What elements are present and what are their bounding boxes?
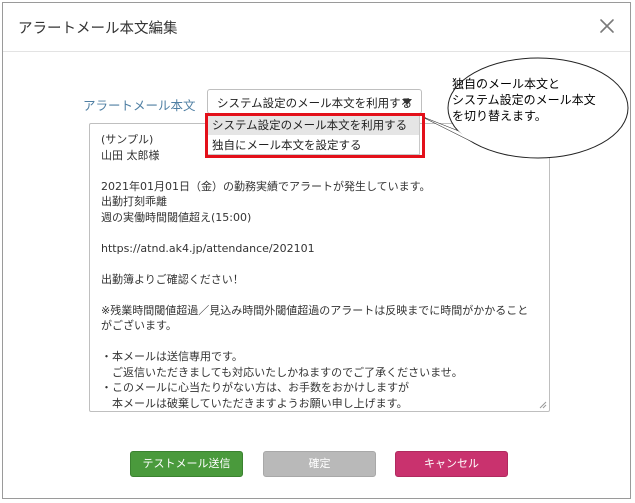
select-current-value: システム設定のメール本文を利用する <box>217 96 413 110</box>
confirm-button[interactable]: 確定 <box>263 451 376 477</box>
option-custom-body[interactable]: 独自にメール本文を設定する <box>208 136 419 155</box>
resize-grip-icon[interactable] <box>537 399 547 409</box>
cancel-button[interactable]: キャンセル <box>395 451 508 477</box>
callout-bubble: 独自のメール本文と システム設定のメール本文 を切り替えます。 <box>418 56 630 180</box>
mail-body-label: アラートメール本文 <box>83 98 196 113</box>
callout-line: を切り替えます。 <box>452 109 547 123</box>
dialog-title: アラートメール本文編集 <box>18 21 178 37</box>
callout-line: 独自のメール本文と <box>452 77 561 91</box>
close-button[interactable] <box>594 13 620 39</box>
mail-body-source-select[interactable]: システム設定のメール本文を利用する <box>207 89 422 114</box>
close-icon <box>600 19 614 33</box>
callout-line: システム設定のメール本文 <box>452 93 596 107</box>
select-dropdown-list: システム設定のメール本文を利用する 独自にメール本文を設定する <box>207 115 420 155</box>
test-mail-send-button[interactable]: テストメール送信 <box>130 451 243 477</box>
chevron-down-icon <box>402 99 412 105</box>
callout-text: 独自のメール本文と システム設定のメール本文 を切り替えます。 <box>452 76 627 124</box>
option-system-setting[interactable]: システム設定のメール本文を利用する <box>208 116 419 135</box>
dialog-title-bar: アラートメール本文編集 <box>3 3 630 52</box>
